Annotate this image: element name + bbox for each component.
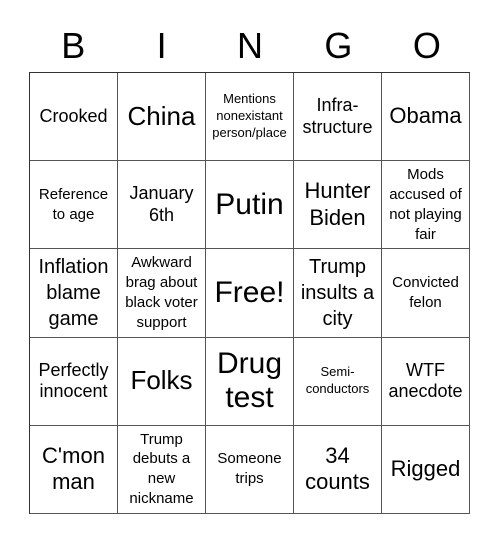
bingo-cell[interactable]: Reference to age — [30, 161, 118, 250]
bingo-cell[interactable]: WTF anecdote — [382, 337, 470, 426]
header-letter-i: I — [156, 25, 167, 66]
bingo-cell[interactable]: Hunter Biden — [294, 161, 382, 250]
bingo-cell[interactable]: Infra- structure — [294, 73, 382, 162]
bingo-cell[interactable]: Trump debuts a new nickname — [118, 425, 206, 514]
bingo-cell[interactable]: Awkward brag about black voter support — [118, 249, 206, 338]
free-space-cell[interactable]: Free! — [206, 249, 294, 338]
bingo-cell[interactable]: Inflation blame game — [30, 249, 118, 338]
bingo-cell[interactable]: Mods accused of not playing fair — [382, 161, 470, 250]
bingo-cell[interactable]: Putin — [206, 161, 294, 250]
header-letter-g: G — [324, 25, 353, 66]
bingo-cell[interactable]: Perfectly innocent — [30, 337, 118, 426]
bingo-cell[interactable]: 34 counts — [294, 425, 382, 514]
bingo-cell[interactable]: Drug test — [206, 337, 294, 426]
bingo-grid: Crooked China Mentions nonexistant perso… — [29, 72, 470, 514]
bingo-cell[interactable]: Someone trips — [206, 425, 294, 514]
header-letter-b: B — [61, 25, 86, 66]
bingo-cell[interactable]: Crooked — [30, 73, 118, 162]
bingo-cell[interactable]: Convicted felon — [382, 249, 470, 338]
bingo-cell[interactable]: Obama — [382, 73, 470, 162]
bingo-cell[interactable]: Semi- conductors — [294, 337, 382, 426]
bingo-cell[interactable]: Rigged — [382, 425, 470, 514]
bingo-cell[interactable]: Mentions nonexistant person/place — [206, 73, 294, 162]
bingo-cell[interactable]: Trump insults a city — [294, 249, 382, 338]
bingo-cell[interactable]: Folks — [118, 337, 206, 426]
header-letter-o: O — [412, 25, 441, 66]
header-letter-n: N — [237, 25, 264, 66]
bingo-cell[interactable]: January 6th — [118, 161, 206, 250]
bingo-header: B I N G O — [29, 22, 471, 70]
bingo-cell[interactable]: C'mon man — [30, 425, 118, 514]
bingo-cell[interactable]: China — [118, 73, 206, 162]
